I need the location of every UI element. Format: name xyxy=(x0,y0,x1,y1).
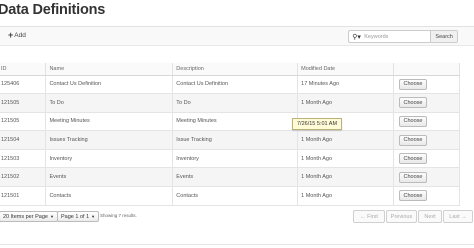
cell-description: Meeting Minutes xyxy=(172,112,299,132)
results-count: Showing 7 results. xyxy=(100,213,137,218)
choose-button[interactable]: Choose xyxy=(399,97,428,109)
data-definitions-table: ID Name Description Modified Date 125406… xyxy=(0,63,460,206)
table-row: 125406 Contact Us Definition Contact Us … xyxy=(0,75,460,95)
previous-page-button[interactable]: Previous xyxy=(386,210,417,223)
cell-name: Events xyxy=(45,167,174,188)
table-row: 121502 Events Events 1 Month Ago Choose xyxy=(0,167,460,188)
choose-button[interactable]: Choose xyxy=(399,190,428,202)
page-size-select[interactable]: 20 Items per Page ▼ xyxy=(0,211,58,222)
table-header-row: ID Name Description Modified Date xyxy=(0,63,460,76)
cell-actions: Choose xyxy=(393,186,460,206)
table-row: 121501 Contacts Contacts 1 Month Ago Cho… xyxy=(0,186,460,206)
page-title: Data Definitions xyxy=(0,2,106,18)
add-button[interactable]: + Add xyxy=(8,30,26,40)
caret-down-icon: ▼ xyxy=(91,214,96,219)
cell-actions: Choose xyxy=(393,75,460,95)
add-button-label: Add xyxy=(14,31,26,39)
cell-description: Inventory xyxy=(172,149,299,169)
choose-button[interactable]: Choose xyxy=(399,78,428,90)
cell-modified-date: 1 Month Ago xyxy=(297,167,395,188)
modified-date-tooltip: 7/26/15 5:01 AM xyxy=(292,118,343,130)
column-header-id[interactable]: ID xyxy=(0,63,47,76)
cell-name: Contact Us Definition xyxy=(45,75,174,95)
cell-modified-date: 1 Month Ago xyxy=(297,93,395,113)
cell-modified-date: 17 Minutes Ago xyxy=(297,75,395,95)
table-row: 121505 To Do To Do 1 Month Ago Choose xyxy=(0,93,460,113)
cell-id: 121505 xyxy=(0,112,47,132)
cell-id: 121501 xyxy=(0,186,47,206)
cell-id: 121504 xyxy=(0,130,47,150)
cell-id: 121505 xyxy=(0,93,47,113)
cell-id: 121503 xyxy=(0,149,47,169)
column-header-modified-date[interactable]: Modified Date xyxy=(297,63,395,76)
plus-icon: + xyxy=(8,30,14,40)
cell-description: Contact Us Definition xyxy=(172,75,299,95)
choose-button[interactable]: Choose xyxy=(399,153,428,165)
cell-actions: Choose xyxy=(393,167,460,188)
choose-button[interactable]: Choose xyxy=(399,134,428,146)
cell-id: 125406 xyxy=(0,75,47,95)
cell-name: Issues Tracking xyxy=(45,130,174,150)
pagination-bar: 20 Items per Page ▼ Page 1 of 1 ▼ Showin… xyxy=(0,210,474,224)
search-icon[interactable]: ⚲▾ xyxy=(349,33,364,41)
cell-description: Issue Tracking xyxy=(172,130,299,150)
last-page-button[interactable]: Last → xyxy=(443,210,473,223)
cell-id: 121502 xyxy=(0,167,47,188)
choose-button[interactable]: Choose xyxy=(399,115,428,127)
cell-description: Events xyxy=(172,167,299,188)
table-row: 121503 Inventory Inventory 1 Month Ago C… xyxy=(0,149,460,169)
choose-button[interactable]: Choose xyxy=(399,171,428,183)
page-size-label: 20 Items per Page xyxy=(3,213,48,220)
cell-name: Contacts xyxy=(45,186,174,206)
cell-name: To Do xyxy=(45,93,174,113)
column-header-actions xyxy=(393,63,460,76)
cell-name: Inventory xyxy=(45,149,174,169)
caret-down-icon: ▼ xyxy=(49,214,54,219)
column-header-name[interactable]: Name xyxy=(45,63,174,76)
table-row: 121504 Issues Tracking Issue Tracking 1 … xyxy=(0,130,460,150)
cell-description: To Do xyxy=(172,93,299,113)
search-box: ⚲▾ Search xyxy=(348,30,458,43)
search-input[interactable] xyxy=(364,33,431,40)
cell-actions: Choose xyxy=(393,149,460,169)
cell-modified-date: 1 Month Ago xyxy=(297,186,395,206)
cell-actions: Choose xyxy=(393,93,460,113)
toolbar: + Add ⚲▾ Search xyxy=(0,26,474,46)
bottom-divider xyxy=(0,244,474,245)
cell-actions: Choose xyxy=(393,112,460,132)
cell-modified-date: 1 Month Ago xyxy=(297,149,395,169)
cell-actions: Choose xyxy=(393,130,460,150)
first-page-button[interactable]: ← First xyxy=(353,210,385,223)
cell-modified-date: 1 Month Ago xyxy=(297,130,395,150)
next-page-button[interactable]: Next xyxy=(418,210,442,223)
page-select[interactable]: Page 1 of 1 ▼ xyxy=(57,211,100,222)
cell-description: Contacts xyxy=(172,186,299,206)
column-header-description[interactable]: Description xyxy=(172,63,299,76)
cell-name: Meeting Minutes xyxy=(45,112,174,132)
search-button[interactable]: Search xyxy=(430,31,457,42)
table-row: 121505 Meeting Minutes Meeting Minutes 1… xyxy=(0,112,460,132)
page-select-label: Page 1 of 1 xyxy=(61,213,90,220)
